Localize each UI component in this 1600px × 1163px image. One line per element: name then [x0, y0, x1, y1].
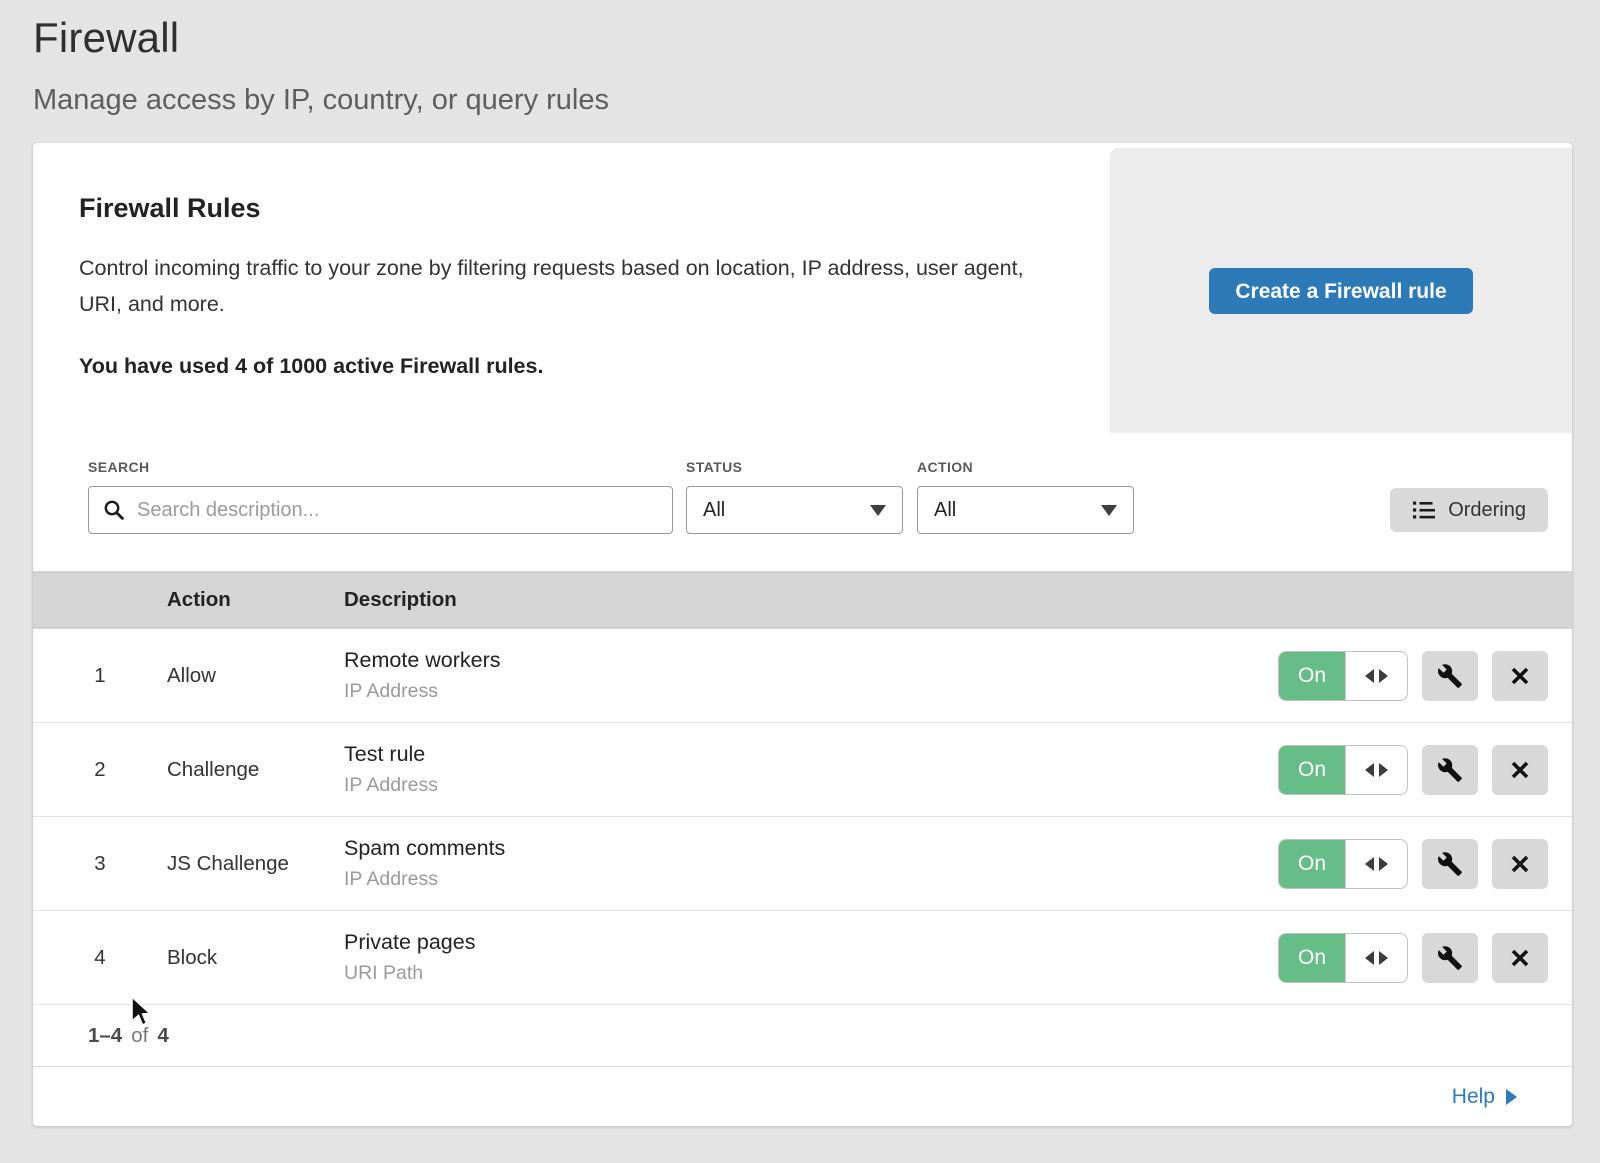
chevron-down-icon [870, 505, 886, 516]
rule-match-type: IP Address [344, 868, 1278, 891]
rule-action: Allow [167, 664, 344, 688]
rule-number: 1 [33, 664, 167, 688]
rule-enabled-toggle[interactable]: On [1278, 933, 1408, 983]
create-firewall-rule-button[interactable]: Create a Firewall rule [1209, 268, 1472, 314]
edit-rule-button[interactable] [1422, 933, 1478, 983]
create-rule-panel: Create a Firewall rule [1110, 148, 1572, 433]
rule-description: Test rule [344, 742, 1278, 767]
table-header: Action Description [33, 571, 1572, 629]
rule-number: 2 [33, 758, 167, 782]
rule-description: Spam comments [344, 836, 1278, 861]
rule-number: 4 [33, 946, 167, 970]
toggle-on-label: On [1279, 840, 1345, 888]
page-title: Firewall [0, 0, 1600, 62]
help-link[interactable]: Help [1452, 1085, 1517, 1109]
arrow-right-icon [1506, 1089, 1517, 1105]
close-icon [1509, 759, 1531, 781]
pagination-range: 1–4 [88, 1024, 122, 1048]
rule-action: Block [167, 946, 344, 970]
rule-match-type: URI Path [344, 962, 1278, 985]
rule-description-cell: Test rule IP Address [344, 742, 1278, 797]
close-icon [1509, 947, 1531, 969]
header-action: Action [167, 588, 344, 612]
search-input[interactable] [135, 498, 658, 523]
rule-description: Private pages [344, 930, 1278, 955]
rule-controls: On [1278, 651, 1572, 701]
pagination: 1–4 of 4 [33, 1005, 1572, 1067]
close-icon [1509, 853, 1531, 875]
edit-rule-button[interactable] [1422, 651, 1478, 701]
rule-number: 3 [33, 852, 167, 876]
ordering-button[interactable]: Ordering [1390, 488, 1548, 532]
wrench-icon [1437, 851, 1463, 877]
pagination-total: 4 [157, 1024, 168, 1048]
toggle-handle-icon[interactable] [1345, 840, 1407, 888]
toggle-on-label: On [1279, 934, 1345, 982]
header-description: Description [344, 588, 1572, 612]
chevron-down-icon [1101, 505, 1117, 516]
edit-rule-button[interactable] [1422, 839, 1478, 889]
overview-description: Control incoming traffic to your zone by… [79, 250, 1039, 322]
table-row: 1 Allow Remote workers IP Address On [33, 629, 1572, 723]
action-filter: ACTION All [917, 459, 1134, 534]
rule-controls: On [1278, 745, 1572, 795]
rules-table-body: 1 Allow Remote workers IP Address On [33, 629, 1572, 1005]
rule-enabled-toggle[interactable]: On [1278, 839, 1408, 889]
table-row: 2 Challenge Test rule IP Address On [33, 723, 1572, 817]
delete-rule-button[interactable] [1492, 745, 1548, 795]
edit-rule-button[interactable] [1422, 745, 1478, 795]
help-link-label: Help [1452, 1085, 1495, 1109]
action-label: ACTION [917, 459, 1134, 475]
rule-controls: On [1278, 839, 1572, 889]
action-select[interactable]: All [917, 486, 1134, 534]
search-filter: SEARCH [88, 459, 686, 534]
list-icon [1412, 499, 1436, 521]
close-icon [1509, 665, 1531, 687]
table-row: 4 Block Private pages URI Path On [33, 911, 1572, 1005]
delete-rule-button[interactable] [1492, 933, 1548, 983]
filter-bar: SEARCH STATUS All ACTION All [33, 433, 1572, 571]
search-field[interactable] [88, 486, 673, 534]
usage-note: You have used 4 of 1000 active Firewall … [79, 354, 1050, 379]
pagination-of: of [131, 1024, 148, 1048]
delete-rule-button[interactable] [1492, 651, 1548, 701]
rule-description-cell: Remote workers IP Address [344, 648, 1278, 703]
status-filter: STATUS All [686, 459, 917, 534]
wrench-icon [1437, 945, 1463, 971]
overview-text: Firewall Rules Control incoming traffic … [33, 143, 1110, 433]
action-select-value: All [934, 499, 956, 522]
search-label: SEARCH [88, 459, 686, 475]
toggle-on-label: On [1279, 652, 1345, 700]
wrench-icon [1437, 757, 1463, 783]
toggle-on-label: On [1279, 746, 1345, 794]
rule-action: Challenge [167, 758, 344, 782]
status-select-value: All [703, 499, 725, 522]
rule-match-type: IP Address [344, 774, 1278, 797]
toggle-handle-icon[interactable] [1345, 652, 1407, 700]
wrench-icon [1437, 663, 1463, 689]
ordering-button-label: Ordering [1448, 499, 1526, 522]
rule-description-cell: Spam comments IP Address [344, 836, 1278, 891]
firewall-rules-card: Firewall Rules Control incoming traffic … [33, 143, 1572, 1126]
rule-enabled-toggle[interactable]: On [1278, 745, 1408, 795]
status-label: STATUS [686, 459, 917, 475]
rule-description-cell: Private pages URI Path [344, 930, 1278, 985]
status-select[interactable]: All [686, 486, 903, 534]
table-row: 3 JS Challenge Spam comments IP Address … [33, 817, 1572, 911]
search-icon [103, 499, 125, 521]
rule-controls: On [1278, 933, 1572, 983]
rule-description: Remote workers [344, 648, 1278, 673]
rule-match-type: IP Address [344, 680, 1278, 703]
overview-section: Firewall Rules Control incoming traffic … [33, 143, 1572, 433]
help-row: Help [33, 1067, 1572, 1126]
toggle-handle-icon[interactable] [1345, 746, 1407, 794]
toggle-handle-icon[interactable] [1345, 934, 1407, 982]
rule-action: JS Challenge [167, 852, 344, 876]
rule-enabled-toggle[interactable]: On [1278, 651, 1408, 701]
overview-heading: Firewall Rules [79, 193, 1050, 224]
delete-rule-button[interactable] [1492, 839, 1548, 889]
page-subtitle: Manage access by IP, country, or query r… [0, 62, 1600, 117]
